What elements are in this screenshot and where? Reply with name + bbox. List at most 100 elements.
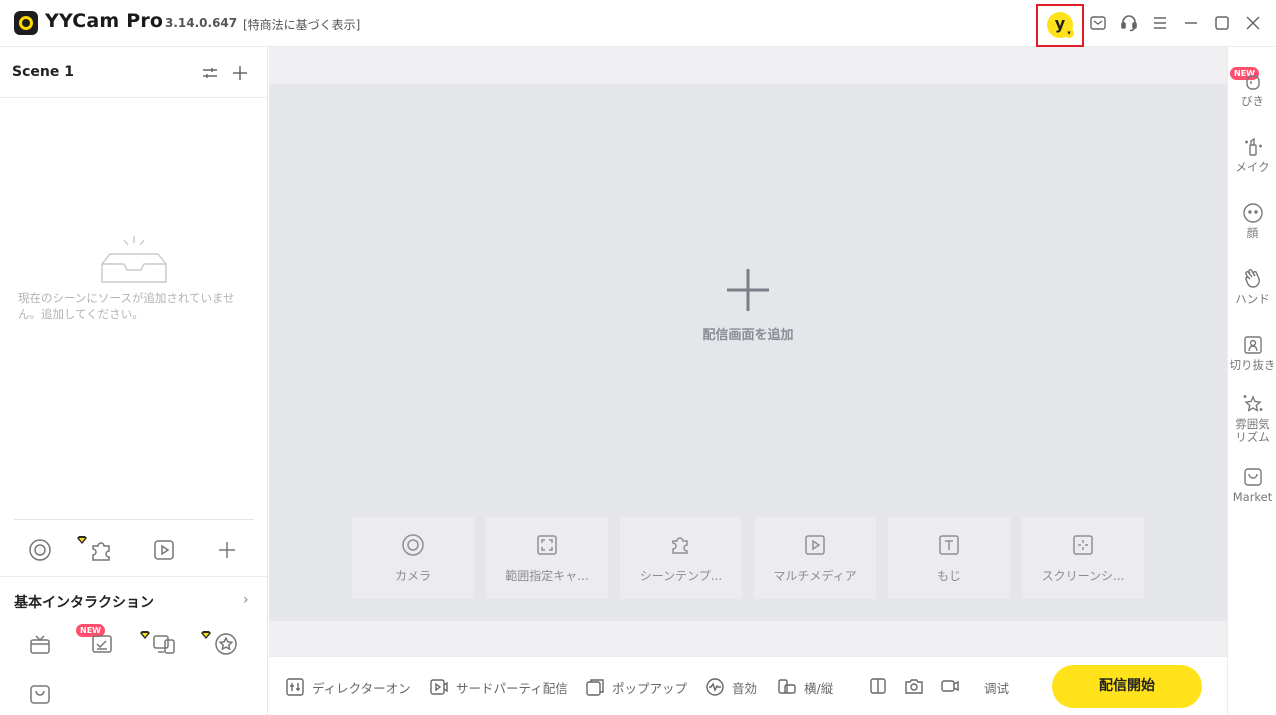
close-icon[interactable] [1243, 13, 1263, 33]
sidebar-item-beauty[interactable]: びき [1228, 70, 1276, 108]
vip-diamond-icon [139, 631, 151, 639]
star-badge-icon[interactable] [213, 631, 239, 657]
text-icon [937, 533, 961, 557]
chevron-down-icon: ▾ [1064, 28, 1074, 38]
face-icon [1242, 202, 1264, 224]
scene-panel: Scene 1 現在のシーンにソースが追加されていません。追加してください。 基… [0, 47, 268, 715]
debug-button[interactable]: 调试 [984, 676, 1009, 698]
add-source-icon[interactable] [214, 537, 240, 563]
user-avatar-button[interactable]: y ▾ [1036, 4, 1084, 47]
divider [14, 519, 254, 520]
add-screen-plus-icon[interactable] [725, 267, 771, 313]
tile-screen-capture[interactable]: スクリーンシ... [1022, 517, 1144, 599]
tile-label: マルチメディア [773, 569, 857, 583]
add-media-source-icon[interactable] [151, 537, 177, 563]
region-capture-icon [535, 533, 559, 557]
empty-tray-icon [98, 232, 170, 284]
main-area: 配信画面を追加 カメラ 範囲指定キャ... シーンテンプ... マルチメディア [269, 47, 1227, 656]
app-name: YYCam Pro [45, 10, 164, 32]
sound-wave-icon [706, 678, 724, 696]
bottom-toolbar: ディレクターオン サードパーティ配信 ポップアップ 音効 横/縦 调试 配信開始 [269, 656, 1227, 715]
settings-sliders-icon[interactable] [200, 63, 220, 83]
sidebar-item-atmosphere-rhythm[interactable]: 雰囲気 リズム [1228, 393, 1276, 444]
maximize-icon[interactable] [1212, 13, 1232, 33]
support-icon[interactable] [1119, 13, 1139, 33]
orientation-button[interactable]: 横/縦 [777, 676, 833, 698]
add-camera-source-icon[interactable] [27, 537, 53, 563]
empty-scene-message: 現在のシーンにソースが追加されていません。追加してください。 [18, 291, 235, 321]
beauty-icon [1242, 70, 1264, 92]
sidebar-item-hand[interactable]: ハンド [1228, 268, 1276, 306]
popup-label: ポップアップ [612, 680, 688, 696]
chevron-right-icon[interactable]: › [243, 592, 249, 608]
sidebar-item-face[interactable]: 顔 [1228, 202, 1276, 240]
app-logo-icon [14, 11, 38, 35]
tile-multimedia[interactable]: マルチメディア [754, 517, 876, 599]
mail-icon[interactable] [1088, 13, 1108, 33]
sound-effect-button[interactable]: 音効 [705, 676, 757, 698]
add-template-source-icon[interactable] [88, 537, 114, 563]
vip-diamond-icon [200, 631, 212, 639]
market-bag-icon [1242, 466, 1264, 488]
director-icon [286, 678, 304, 696]
legal-link[interactable]: [特商法に基づく表示] [243, 16, 360, 33]
hand-icon [1242, 268, 1264, 290]
snapshot-camera-icon[interactable] [904, 676, 924, 696]
third-party-stream-icon [430, 679, 448, 695]
poll-icon[interactable] [89, 631, 115, 657]
tile-label: カメラ [394, 569, 431, 583]
popup-button[interactable]: ポップアップ [585, 676, 687, 698]
orientation-label: 横/縦 [804, 680, 834, 696]
tile-text[interactable]: もじ [888, 517, 1010, 599]
tile-label: シーンテンプ... [639, 569, 723, 583]
sidebar-item-label: Market [1232, 490, 1273, 504]
orientation-icon [778, 679, 796, 694]
record-video-icon[interactable] [940, 676, 960, 696]
makeup-icon [1242, 136, 1264, 158]
popup-icon [586, 679, 604, 696]
cutout-icon [1242, 334, 1264, 356]
sidebar-item-label: メイク [1235, 160, 1270, 174]
tile-region-capture[interactable]: 範囲指定キャ... [486, 517, 608, 599]
tile-label: もじ [936, 569, 961, 583]
media-icon [803, 533, 827, 557]
gift-icon[interactable] [27, 631, 53, 657]
sidebar-item-label: ハンド [1235, 292, 1270, 306]
third-party-stream-label: サードパーティ配信 [456, 680, 568, 696]
third-party-stream-button[interactable]: サードパーティ配信 [429, 676, 568, 698]
start-stream-button[interactable]: 配信開始 [1052, 665, 1202, 708]
sidebar-item-label: 切り抜き [1229, 358, 1276, 372]
divider [0, 576, 268, 577]
multi-device-icon[interactable] [151, 631, 177, 657]
camera-icon [401, 533, 425, 557]
effects-sidebar: NEW びき メイク 顔 ハンド 切り抜き 雰囲気 リズム Market [1227, 47, 1276, 715]
tile-scene-template[interactable]: シーンテンプ... [620, 517, 742, 599]
scene-title[interactable]: Scene 1 [12, 64, 74, 80]
screen-icon [1071, 533, 1095, 557]
sidebar-item-cutout[interactable]: 切り抜き [1228, 334, 1276, 372]
menu-icon[interactable] [1150, 13, 1170, 33]
director-on-label: ディレクターオン [312, 680, 411, 696]
add-screen-label[interactable]: 配信画面を追加 [649, 324, 847, 343]
sidebar-item-market[interactable]: Market [1228, 466, 1276, 504]
minimize-icon[interactable] [1181, 13, 1201, 33]
stream-canvas[interactable]: 配信画面を追加 カメラ 範囲指定キャ... シーンテンプ... マルチメディア [269, 84, 1227, 621]
tile-label: スクリーンシ... [1041, 569, 1125, 583]
sidebar-item-label: 顔 [1246, 226, 1259, 240]
divider [0, 97, 268, 98]
debug-label: 调试 [984, 680, 1010, 696]
shop-bag-icon[interactable] [27, 681, 53, 707]
sidebar-item-label: 雰囲気 リズム [1235, 417, 1270, 444]
tile-camera[interactable]: カメラ [352, 517, 474, 599]
director-on-button[interactable]: ディレクターオン [285, 676, 411, 698]
basic-interaction-title: 基本インタラクション [14, 595, 154, 611]
sidebar-item-makeup[interactable]: メイク [1228, 136, 1276, 174]
title-bar: YYCam Pro 3.14.0.647 [特商法に基づく表示] y ▾ [0, 0, 1276, 47]
sparkle-star-icon [1242, 393, 1264, 415]
split-view-icon[interactable] [868, 676, 888, 696]
add-scene-icon[interactable] [230, 63, 250, 83]
sound-effect-label: 音効 [732, 680, 758, 696]
puzzle-icon [669, 533, 693, 557]
vip-diamond-icon [76, 536, 88, 544]
sidebar-item-label: びき [1241, 94, 1264, 108]
